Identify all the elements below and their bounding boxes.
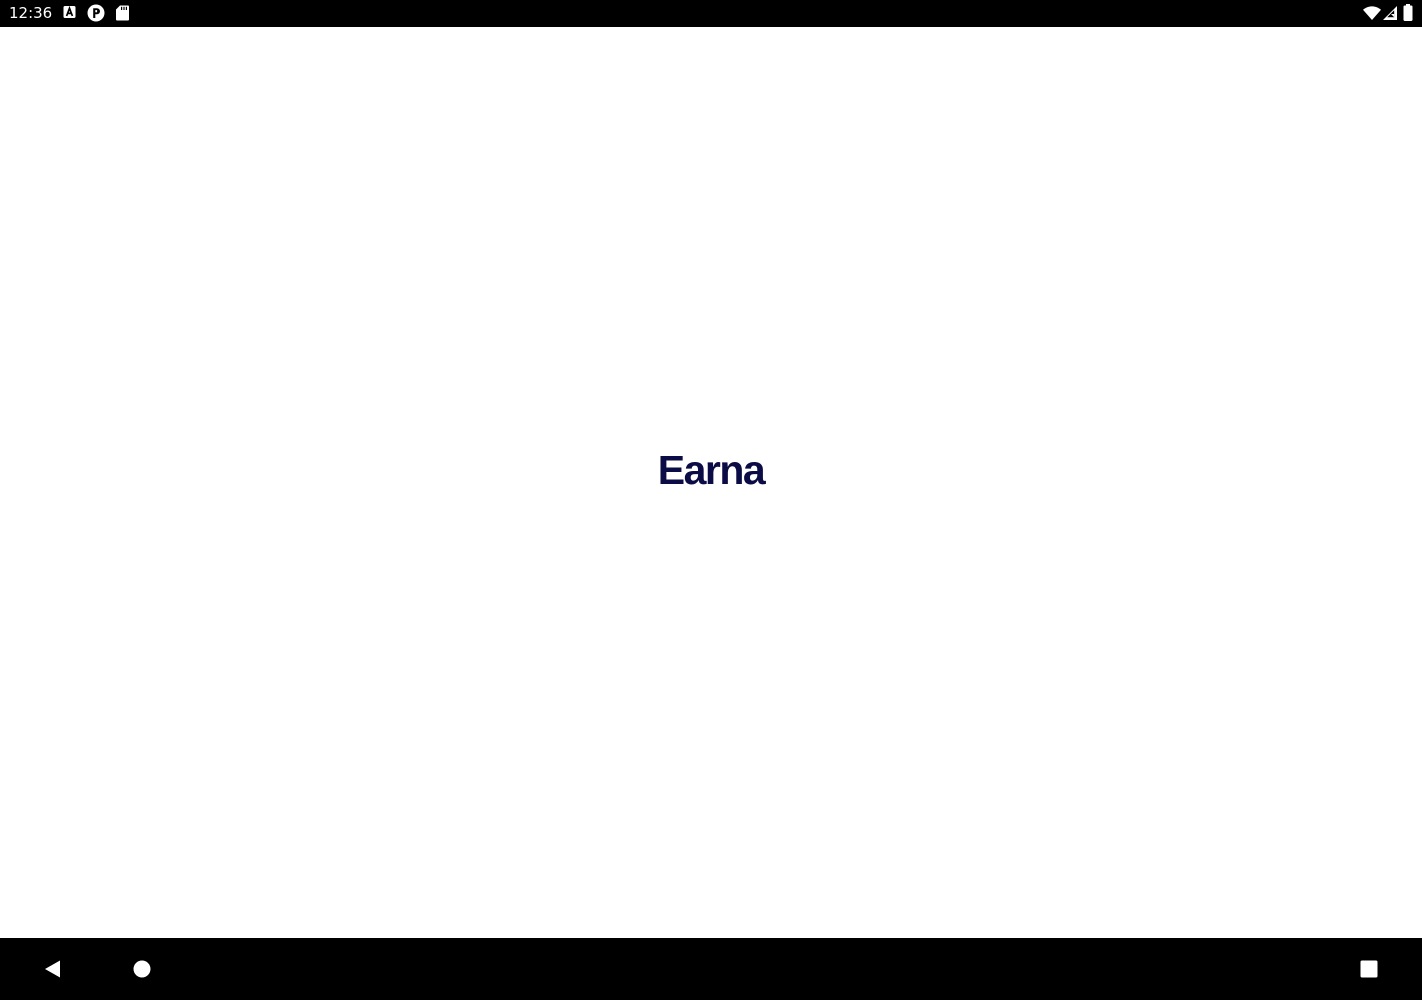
a-box-icon: [63, 5, 76, 18]
recents-square-icon: [1360, 960, 1378, 978]
recents-button[interactable]: [1357, 957, 1381, 981]
splash-screen: Earna: [0, 27, 1422, 938]
home-button[interactable]: [130, 957, 154, 981]
wifi-icon: [1363, 6, 1381, 20]
cell-signal-icon: [1383, 6, 1397, 20]
screen: 12:36 Earna: [0, 0, 1422, 1000]
battery-icon: [1403, 4, 1413, 21]
back-button[interactable]: [42, 958, 64, 980]
circle-p-icon: [87, 4, 105, 22]
status-time: 12:36: [9, 4, 53, 22]
earna-logo: Earna: [657, 447, 766, 493]
navigation-bar: [0, 938, 1422, 1000]
home-circle-icon: [133, 960, 151, 978]
back-triangle-icon: [45, 960, 60, 978]
sd-card-icon: [116, 5, 129, 21]
status-bar: 12:36: [0, 0, 1422, 27]
